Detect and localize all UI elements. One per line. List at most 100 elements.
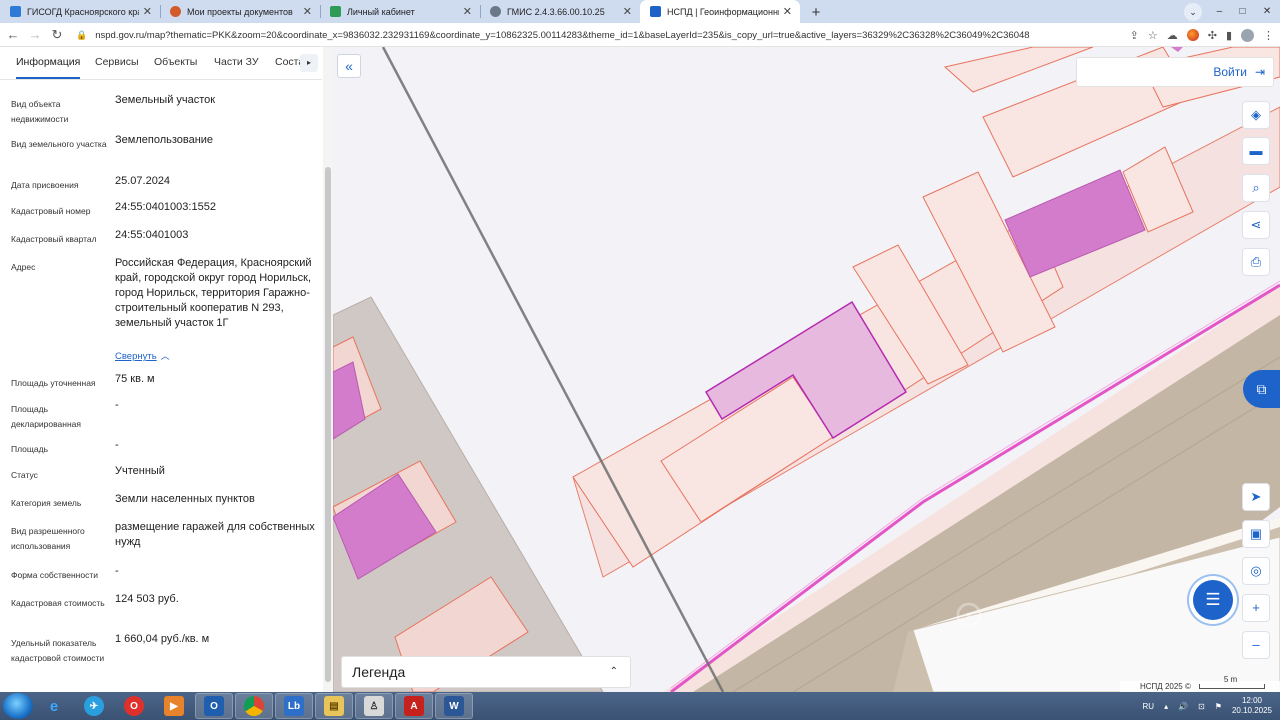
close-window-button[interactable]: ✕ bbox=[1263, 6, 1271, 17]
maximize-button[interactable]: □ bbox=[1240, 6, 1246, 17]
layers-icon[interactable]: ◈ bbox=[1242, 101, 1270, 129]
browser-tab-cabinet[interactable]: Личный кабинет ✕ bbox=[320, 0, 480, 23]
collapse-panel-button[interactable]: « bbox=[337, 54, 361, 78]
tab-search-button[interactable]: ⌄ bbox=[1184, 3, 1202, 21]
reload-button[interactable]: ↻ bbox=[46, 27, 68, 43]
tab-favicon-icon bbox=[170, 6, 181, 17]
property-value: 124 503 руб. bbox=[115, 593, 179, 605]
share-icon[interactable]: ⇪ bbox=[1130, 29, 1139, 42]
lock-icon[interactable]: 🔒 bbox=[76, 30, 87, 41]
login-label: Войти bbox=[1213, 65, 1247, 79]
clock[interactable]: 12:00 20.10.2025 bbox=[1232, 696, 1272, 716]
tab-favicon-icon bbox=[10, 6, 21, 17]
minimize-button[interactable]: – bbox=[1217, 6, 1223, 17]
browser-tab-gmis[interactable]: ГМИС 2.4.3.66.00.10.25 ✕ bbox=[480, 0, 640, 23]
network-icon[interactable]: ⊡ bbox=[1198, 702, 1205, 711]
sidebar-icon[interactable]: ▮ bbox=[1226, 29, 1232, 42]
star-icon[interactable]: ☆ bbox=[1148, 29, 1158, 42]
panel-tabs: Информация Сервисы Объекты Части ЗУ Сост… bbox=[0, 47, 322, 80]
property-label: Площадь bbox=[11, 444, 49, 454]
print-icon[interactable]: ⎙ bbox=[1242, 248, 1270, 276]
tab-objects[interactable]: Объекты bbox=[154, 47, 197, 79]
panel-scrollbar-thumb[interactable] bbox=[325, 167, 331, 682]
zoom-in-button[interactable]: + bbox=[1242, 594, 1270, 622]
close-icon[interactable]: ✕ bbox=[783, 5, 792, 18]
property-label: Удельный показатель кадастровой стоимост… bbox=[11, 638, 105, 663]
zoom-out-button[interactable]: – bbox=[1242, 631, 1270, 659]
property-value[interactable]: 24:55:0401003:1552 bbox=[115, 200, 315, 215]
browser-tab-strip: ГИСОГД Красноярского края ✕ Мои проекты д… bbox=[0, 0, 1280, 23]
property-label: Площадь декларированная bbox=[11, 404, 81, 429]
taskbar-acrobat-icon[interactable]: A bbox=[395, 693, 433, 719]
taskbar-media-icon[interactable]: ▶ bbox=[155, 693, 193, 719]
tabs-scroll-right-button[interactable]: ▸ bbox=[300, 54, 318, 72]
profile-icon[interactable] bbox=[1241, 28, 1254, 42]
cloud-icon[interactable]: ☁ bbox=[1167, 29, 1178, 42]
taskbar-ie-icon[interactable]: e bbox=[35, 693, 73, 719]
scale-bar: 5 m bbox=[1198, 675, 1265, 689]
taskbar-outlook-icon[interactable]: O bbox=[195, 693, 233, 719]
clock-date: 20.10.2025 bbox=[1231, 706, 1272, 715]
close-icon[interactable]: ✕ bbox=[303, 5, 312, 18]
taskbar-explorer-icon[interactable]: ▤ bbox=[315, 693, 353, 719]
tab-favicon-icon bbox=[650, 6, 661, 17]
minimap-icon[interactable]: ▣ bbox=[1242, 520, 1270, 548]
taskbar-word-icon[interactable]: W bbox=[435, 693, 473, 719]
property-value: 25.07.2024 bbox=[115, 175, 171, 187]
property-label: Кадастровая стоимость bbox=[11, 598, 105, 608]
collapse-label: Свернуть bbox=[115, 351, 157, 362]
start-button[interactable] bbox=[3, 693, 33, 719]
map-canvas[interactable]: ⊙ bbox=[333, 47, 1280, 692]
property-label: Вид разрешенного использования bbox=[11, 526, 85, 551]
browser-tab-nspd[interactable]: НСПД | Геоинформационный п ✕ bbox=[640, 0, 800, 23]
property-value: 1 660,04 руб./кв. м bbox=[115, 633, 210, 645]
taskbar-chrome-icon[interactable] bbox=[235, 693, 273, 719]
taskbar-lb-icon[interactable]: Lb bbox=[275, 693, 313, 719]
volume-icon[interactable]: 🔊 bbox=[1178, 702, 1188, 711]
object-info-panel: Информация Сервисы Объекты Части ЗУ Сост… bbox=[0, 47, 333, 692]
taskbar-telegram-icon[interactable]: ✈ bbox=[75, 693, 113, 719]
property-label: Площадь уточненная bbox=[11, 378, 96, 388]
search-area-icon[interactable]: ⌕ bbox=[1242, 174, 1270, 202]
login-button[interactable]: Войти ⇥ bbox=[1076, 57, 1274, 87]
tab-favicon-icon bbox=[330, 6, 341, 17]
login-icon: ⇥ bbox=[1254, 65, 1265, 79]
forward-button[interactable]: → bbox=[24, 27, 46, 42]
back-button[interactable]: ← bbox=[2, 27, 24, 42]
property-value[interactable]: 24:55:0401003 bbox=[115, 228, 315, 243]
map-watermark: ⊙ bbox=[953, 594, 985, 636]
browser-tab-gisogd[interactable]: ГИСОГД Красноярского края ✕ bbox=[0, 0, 160, 23]
taskbar-opera-icon[interactable]: O bbox=[115, 693, 153, 719]
collapse-address-link[interactable]: Свернуть ︿ bbox=[115, 349, 170, 362]
legend-dropdown[interactable]: Легенда ⌃ bbox=[341, 656, 631, 688]
new-tab-button[interactable]: + bbox=[806, 2, 826, 22]
system-tray: RU ▴ 🔊 ⊡ ⚑ 12:00 20.10.2025 bbox=[1143, 692, 1272, 720]
close-icon[interactable]: ✕ bbox=[143, 5, 152, 18]
security-icon[interactable]: ⚑ bbox=[1215, 702, 1222, 711]
browser-tab-projects[interactable]: Мои проекты документов ✕ bbox=[160, 0, 320, 23]
tray-arrow-icon[interactable]: ▴ bbox=[1164, 702, 1168, 711]
property-value: - bbox=[115, 565, 119, 577]
property-label: Кадастровый квартал bbox=[11, 234, 97, 244]
language-indicator[interactable]: RU bbox=[1143, 702, 1155, 711]
tab-services[interactable]: Сервисы bbox=[95, 47, 139, 79]
map-view[interactable]: ⊙ « Войти ⇥ ◈ ▬ ⌕ ⋖ ⎙ ⧉ ➤ ▣ ◎ + – ☰ Леген… bbox=[333, 47, 1280, 692]
ruler-icon[interactable]: ▬ bbox=[1242, 137, 1270, 165]
close-icon[interactable]: ✕ bbox=[463, 5, 472, 18]
geo-search-icon[interactable]: ◎ bbox=[1242, 557, 1270, 585]
tab-parts[interactable]: Части ЗУ bbox=[214, 47, 259, 79]
close-icon[interactable]: ✕ bbox=[623, 5, 632, 18]
chat-icon[interactable]: ☰ bbox=[1193, 580, 1233, 620]
url-field[interactable]: 🔒 nspd.gov.ru/map?thematic=PKK&zoom=20&c… bbox=[76, 26, 1180, 44]
taskbar-user-app-icon[interactable]: ♙ bbox=[355, 693, 393, 719]
property-label: Вид объекта недвижимости bbox=[11, 99, 69, 124]
locate-icon[interactable]: ➤ bbox=[1242, 483, 1270, 511]
tab-title: Личный кабинет bbox=[347, 6, 415, 17]
chevron-updown-icon: ⌃ bbox=[609, 666, 618, 677]
extension-icon[interactable] bbox=[1186, 29, 1199, 41]
tab-information[interactable]: Информация bbox=[16, 47, 81, 79]
puzzle-icon[interactable]: ✣ bbox=[1208, 29, 1217, 42]
side-service-icon[interactable]: ⧉ bbox=[1243, 370, 1280, 408]
menu-icon[interactable]: ⋮ bbox=[1263, 29, 1274, 42]
share-icon[interactable]: ⋖ bbox=[1242, 211, 1270, 239]
